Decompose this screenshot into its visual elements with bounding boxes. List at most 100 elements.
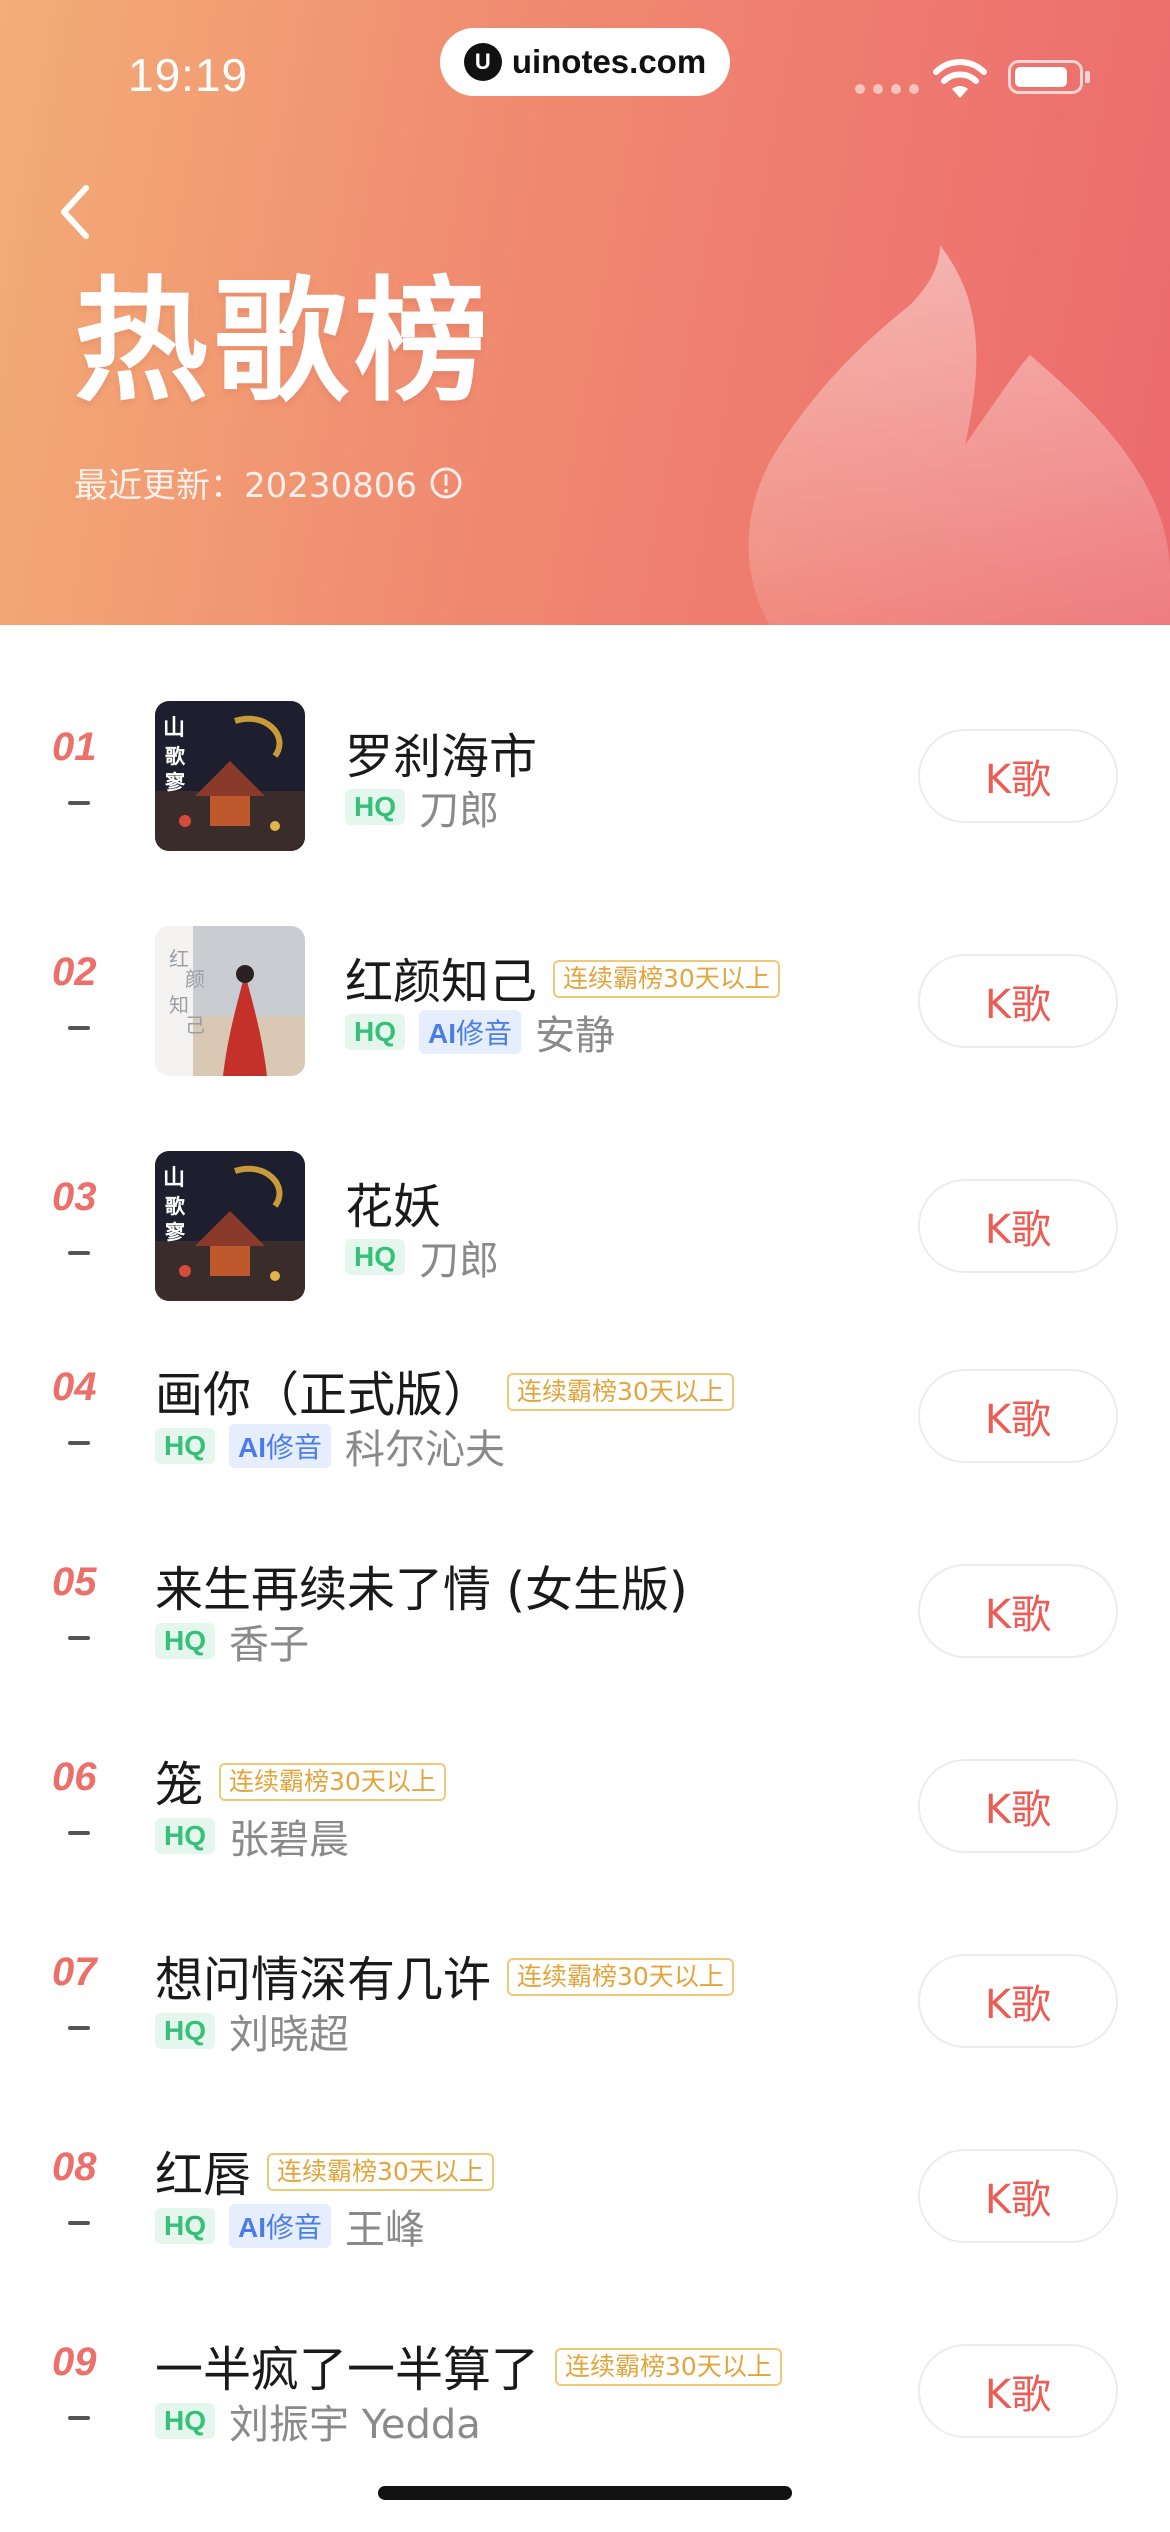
artist-name: 王峰	[345, 2207, 426, 2253]
artist-name: 刘晓超	[229, 2012, 349, 2058]
chart-streak-badge: 连续霸榜30天以上	[507, 1373, 734, 1411]
album-cover[interactable]: 红 颜 知 己	[155, 926, 305, 1076]
back-arrow-icon[interactable]	[52, 180, 100, 244]
song-title: 想问情深有几许 连续霸榜30天以上	[155, 1940, 734, 2010]
chart-streak-badge: 连续霸榜30天以上	[267, 2153, 494, 2191]
karaoke-button[interactable]: K歌	[918, 1369, 1118, 1463]
rank-trend-flat-icon	[68, 1441, 90, 1445]
rank-number: 01	[52, 725, 97, 769]
rank-trend-flat-icon	[68, 1251, 90, 1255]
karaoke-button[interactable]: K歌	[918, 2149, 1118, 2243]
song-title: 花妖	[345, 1179, 442, 1235]
info-icon[interactable]	[429, 466, 463, 500]
ai-tune-badge: AI修音	[419, 1010, 522, 1054]
hq-badge: HQ	[345, 1239, 405, 1275]
album-cover-icon: 山 歌 寥	[155, 1151, 305, 1301]
update-label: 最近更新：20230806	[74, 466, 418, 506]
song-meta: HQ 刀郎	[345, 778, 499, 836]
url-pill[interactable]: U uinotes.com	[440, 28, 730, 96]
svg-text:歌: 歌	[165, 1194, 186, 1218]
chart-streak-badge: 连续霸榜30天以上	[507, 1958, 734, 1996]
rank-number: 03	[52, 1175, 97, 1219]
site-logo-icon: U	[463, 43, 502, 81]
rank-trend-flat-icon	[68, 2221, 90, 2225]
song-title: 笼连续霸榜30天以上	[155, 1745, 446, 1815]
song-meta: HQ 刘振宇 Yedda	[155, 2392, 481, 2450]
song-meta: HQ AI修音 安静	[345, 1003, 615, 1061]
hq-badge: HQ	[155, 2208, 215, 2244]
chart-streak-badge: 连续霸榜30天以上	[219, 1763, 446, 1801]
ai-tune-badge: AI修音	[229, 1424, 332, 1468]
rank-trend-flat-icon	[68, 801, 90, 805]
artist-name: 张碧晨	[229, 1817, 349, 1863]
rank-number: 04	[52, 1365, 97, 1409]
rank-trend-flat-icon	[68, 1636, 90, 1640]
karaoke-button[interactable]: K歌	[918, 1564, 1118, 1658]
album-cover[interactable]: 山 歌 寥	[155, 1151, 305, 1301]
song-meta: HQ AI修音 科尔沁夫	[155, 1417, 505, 1475]
song-meta: HQ 刀郎	[345, 1228, 499, 1286]
svg-text:寥: 寥	[165, 770, 186, 794]
karaoke-button[interactable]: K歌	[918, 1179, 1118, 1273]
artist-name: 刀郎	[419, 788, 499, 834]
rank-number: 02	[52, 950, 97, 994]
song-title: 来生再续未了情 (女生版)	[155, 1562, 688, 1618]
karaoke-button[interactable]: K歌	[918, 2344, 1118, 2438]
chart-streak-badge: 连续霸榜30天以上	[553, 960, 780, 998]
artist-name: 香子	[229, 1622, 309, 1668]
svg-text:山: 山	[163, 716, 185, 741]
rank-number: 08	[52, 2145, 97, 2189]
karaoke-button[interactable]: K歌	[918, 729, 1118, 823]
hq-badge: HQ	[155, 1623, 215, 1659]
rank-number: 07	[52, 1950, 97, 1994]
hq-badge: HQ	[155, 1428, 215, 1464]
song-meta: HQ 香子	[155, 1612, 309, 1670]
artist-name: 刘振宇 Yedda	[229, 2402, 481, 2448]
hq-badge: HQ	[155, 2403, 215, 2439]
karaoke-button[interactable]: K歌	[918, 1954, 1118, 2048]
update-info: 最近更新：20230806	[74, 458, 463, 507]
hq-badge: HQ	[345, 789, 405, 825]
album-cover-icon: 山 歌 寥	[155, 701, 305, 851]
song-meta: HQ 张碧晨	[155, 1807, 349, 1865]
ai-tune-badge: AI修音	[229, 2204, 332, 2248]
karaoke-button[interactable]: K歌	[918, 954, 1118, 1048]
rank-trend-flat-icon	[68, 1026, 90, 1030]
rank-trend-flat-icon	[68, 2416, 90, 2420]
song-meta: HQ AI修音 王峰	[155, 2197, 425, 2255]
page-title: 热歌榜	[74, 264, 495, 420]
rank-trend-flat-icon	[68, 2026, 90, 2030]
status-bar: 19:19 U uinotes.com	[0, 0, 1170, 150]
rank-number: 06	[52, 1755, 97, 1799]
home-indicator[interactable]	[378, 2486, 792, 2500]
cellular-signal-icon	[855, 84, 919, 94]
rank-number: 09	[52, 2340, 97, 2384]
svg-text:山: 山	[163, 1166, 185, 1191]
album-cover[interactable]: 山 歌 寥	[155, 701, 305, 851]
song-meta: HQ 刘晓超	[155, 2002, 349, 2060]
url-text: uinotes.com	[511, 43, 707, 80]
flame-decoration-icon	[748, 245, 1170, 625]
svg-text:寥: 寥	[165, 1220, 186, 1244]
hq-badge: HQ	[155, 2013, 215, 2049]
hq-badge: HQ	[345, 1014, 405, 1050]
song-title: 画你（正式版） 连续霸榜30天以上	[155, 1355, 734, 1425]
karaoke-button[interactable]: K歌	[918, 1759, 1118, 1853]
chart-streak-badge: 连续霸榜30天以上	[555, 2348, 782, 2386]
svg-text:颜: 颜	[185, 967, 205, 991]
song-title: 红唇 连续霸榜30天以上	[155, 2135, 494, 2205]
song-title: 红颜知己 连续霸榜30天以上	[345, 942, 780, 1012]
rank-number: 05	[52, 1560, 97, 1604]
svg-text:己: 己	[185, 1013, 205, 1037]
wifi-icon	[933, 59, 987, 98]
artist-name: 科尔沁夫	[345, 1427, 506, 1473]
chart-header: 19:19 U uinotes.com 热歌榜 最近更新：20230806	[0, 0, 1170, 625]
song-title: 一半疯了一半算了 连续霸榜30天以上	[155, 2330, 782, 2400]
album-cover-icon: 红 颜 知 己	[155, 926, 305, 1076]
song-title: 罗刹海市	[345, 729, 538, 785]
status-time: 19:19	[128, 49, 249, 101]
rank-trend-flat-icon	[68, 1831, 90, 1835]
hq-badge: HQ	[155, 1818, 215, 1854]
artist-name: 安静	[535, 1013, 616, 1059]
artist-name: 刀郎	[419, 1238, 499, 1284]
